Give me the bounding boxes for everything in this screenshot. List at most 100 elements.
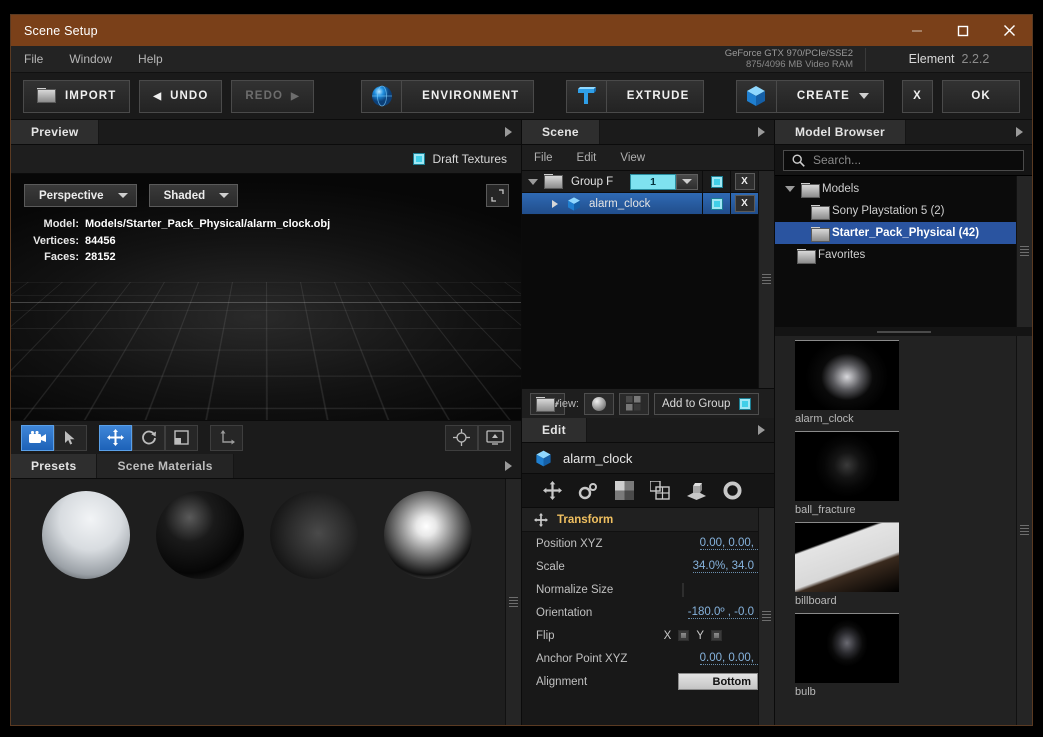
chevron-down-icon <box>219 193 230 198</box>
info-value-model: Models/Starter_Pack_Physical/alarm_clock… <box>85 218 331 230</box>
fit-view-tool-button[interactable] <box>478 424 511 451</box>
select-tool-button[interactable] <box>54 424 87 451</box>
scene-panel-menu-button[interactable] <box>748 120 774 144</box>
scene-tree-scrollbar[interactable] <box>758 171 774 388</box>
group-count-field[interactable]: 1 <box>630 173 676 190</box>
model-thumbnail-item[interactable]: bulb <box>795 613 1016 698</box>
tab-preview[interactable]: Preview <box>11 120 100 144</box>
center-view-tool-button[interactable] <box>445 424 478 451</box>
shading-dropdown[interactable]: Shaded <box>148 184 239 207</box>
tab-scene[interactable]: Scene <box>522 120 600 144</box>
extrude-icon[interactable] <box>678 477 714 505</box>
model-thumbnail-item[interactable]: ball_fracture <box>795 431 1016 516</box>
camera-tool-button[interactable] <box>21 424 54 451</box>
material-icon[interactable] <box>606 477 642 505</box>
view-sphere-button[interactable] <box>583 392 614 415</box>
model-thumbnails-scrollbar[interactable] <box>1016 336 1032 725</box>
model-thumbnail-item[interactable]: billboard <box>795 522 1016 607</box>
presets-scrollbar[interactable] <box>505 479 521 725</box>
info-key-vertices: Vertices: <box>33 234 79 247</box>
property-value[interactable]: 0.00, 0.00, <box>699 537 758 550</box>
properties-scrollbar[interactable] <box>758 508 774 725</box>
draft-textures-checkbox[interactable] <box>412 153 425 165</box>
menu-item-window[interactable]: Window <box>56 46 125 73</box>
transform-section-header[interactable]: Transform <box>522 508 758 532</box>
replicator-icon[interactable] <box>642 477 678 505</box>
property-value[interactable]: 34.0%, 34.0 <box>692 560 758 573</box>
material-swatch[interactable] <box>371 491 485 725</box>
presets-panel-menu-button[interactable] <box>495 454 521 478</box>
property-value <box>682 582 758 597</box>
presets-scroll-area[interactable] <box>11 479 505 725</box>
tab-model-browser[interactable]: Model Browser <box>775 120 906 144</box>
scene-menu-view[interactable]: View <box>608 152 657 164</box>
create-button[interactable]: CREATE <box>735 79 884 113</box>
close-icon[interactable] <box>986 15 1032 46</box>
view-grid-button[interactable] <box>618 392 649 415</box>
expand-toggle[interactable] <box>522 178 544 185</box>
scene-menu-edit[interactable]: Edit <box>565 152 609 164</box>
alignment-dropdown[interactable]: Bottom <box>678 673 758 690</box>
flip-x-label: X <box>663 629 672 642</box>
scene-menu-file[interactable]: File <box>522 152 565 164</box>
group-visibility-toggle[interactable] <box>702 171 730 192</box>
property-value[interactable]: -180.0º , -0.0 <box>687 606 758 619</box>
expand-toggle[interactable] <box>544 199 566 208</box>
scale-tool-button[interactable] <box>165 424 198 451</box>
panel-splitter[interactable] <box>775 327 1032 336</box>
group-remove-button[interactable]: X <box>730 171 758 192</box>
model-browser-tree-scrollbar[interactable] <box>1016 176 1032 327</box>
model-browser-tree[interactable]: Models Sony Playstation 5 (2) Starter_Pa… <box>775 175 1032 327</box>
model-thumbnail-item[interactable]: alarm_clock <box>795 340 1016 425</box>
triangle-down-icon <box>785 186 795 192</box>
scene-row-model[interactable]: alarm_clock X <box>522 193 758 215</box>
move-tool-button[interactable] <box>99 424 132 451</box>
minimize-icon[interactable] <box>894 15 940 46</box>
flip-x-checkbox[interactable] <box>678 630 690 641</box>
settings-icon[interactable] <box>714 477 750 505</box>
tree-item-models[interactable]: Models <box>775 178 1016 200</box>
edit-panel-menu-button[interactable] <box>748 418 774 442</box>
model-browser-panel-menu-button[interactable] <box>1006 120 1032 144</box>
expand-viewport-button[interactable] <box>486 184 509 207</box>
tab-presets[interactable]: Presets <box>11 454 98 478</box>
normalize-size-checkbox[interactable] <box>682 582 684 597</box>
add-to-group-button[interactable]: Add to Group <box>653 392 760 415</box>
maximize-icon[interactable] <box>940 15 986 46</box>
tree-item-favorites[interactable]: Favorites <box>775 244 1016 266</box>
material-swatch[interactable] <box>29 491 143 725</box>
transform-icon[interactable] <box>534 477 570 505</box>
model-remove-button[interactable]: X <box>730 193 758 214</box>
redo-button[interactable]: REDO ▶ <box>231 79 314 113</box>
scene-row-group[interactable]: Group F 1 X <box>522 171 758 193</box>
material-swatch[interactable] <box>257 491 371 725</box>
axis-tool-button[interactable] <box>210 424 243 451</box>
cancel-button[interactable]: X <box>901 79 934 113</box>
ok-button[interactable]: OK <box>942 79 1020 113</box>
animation-icon[interactable] <box>570 477 606 505</box>
material-swatch[interactable] <box>143 491 257 725</box>
tab-scene-materials[interactable]: Scene Materials <box>97 454 234 478</box>
tab-edit[interactable]: Edit <box>522 418 587 442</box>
tree-item-sony-playstation-5[interactable]: Sony Playstation 5 (2) <box>775 200 1016 222</box>
property-value[interactable]: 0.00, 0.00, <box>699 652 758 665</box>
group-count-dropdown[interactable] <box>676 173 698 190</box>
rotate-tool-button[interactable] <box>132 424 165 451</box>
tree-item-starter-pack-physical[interactable]: Starter_Pack_Physical (42) <box>775 222 1016 244</box>
undo-button[interactable]: ◀ UNDO <box>139 79 223 113</box>
preview-panel-menu-button[interactable] <box>495 120 521 144</box>
scene-tree[interactable]: Group F 1 X alarm_clock X <box>522 171 774 388</box>
model-visibility-toggle[interactable] <box>702 193 730 214</box>
extrude-button[interactable]: EXTRUDE <box>565 79 705 113</box>
flip-y-checkbox[interactable] <box>711 630 722 641</box>
search-input[interactable]: Search... <box>783 149 1024 171</box>
import-button[interactable]: IMPORT <box>23 79 131 113</box>
menu-item-help[interactable]: Help <box>125 46 176 73</box>
menu-item-file[interactable]: File <box>11 46 56 73</box>
environment-button[interactable]: ENVIRONMENT <box>361 79 535 113</box>
viewport[interactable]: 12 1 2 3 4 5 6 7 8 9 <box>11 174 521 420</box>
cube-icon <box>566 196 582 212</box>
projection-dropdown[interactable]: Perspective <box>24 184 137 207</box>
model-thumbnails-area[interactable]: alarm_clock ball_fracture billboard bulb <box>775 336 1032 725</box>
add-to-group-checkbox[interactable] <box>739 397 752 410</box>
